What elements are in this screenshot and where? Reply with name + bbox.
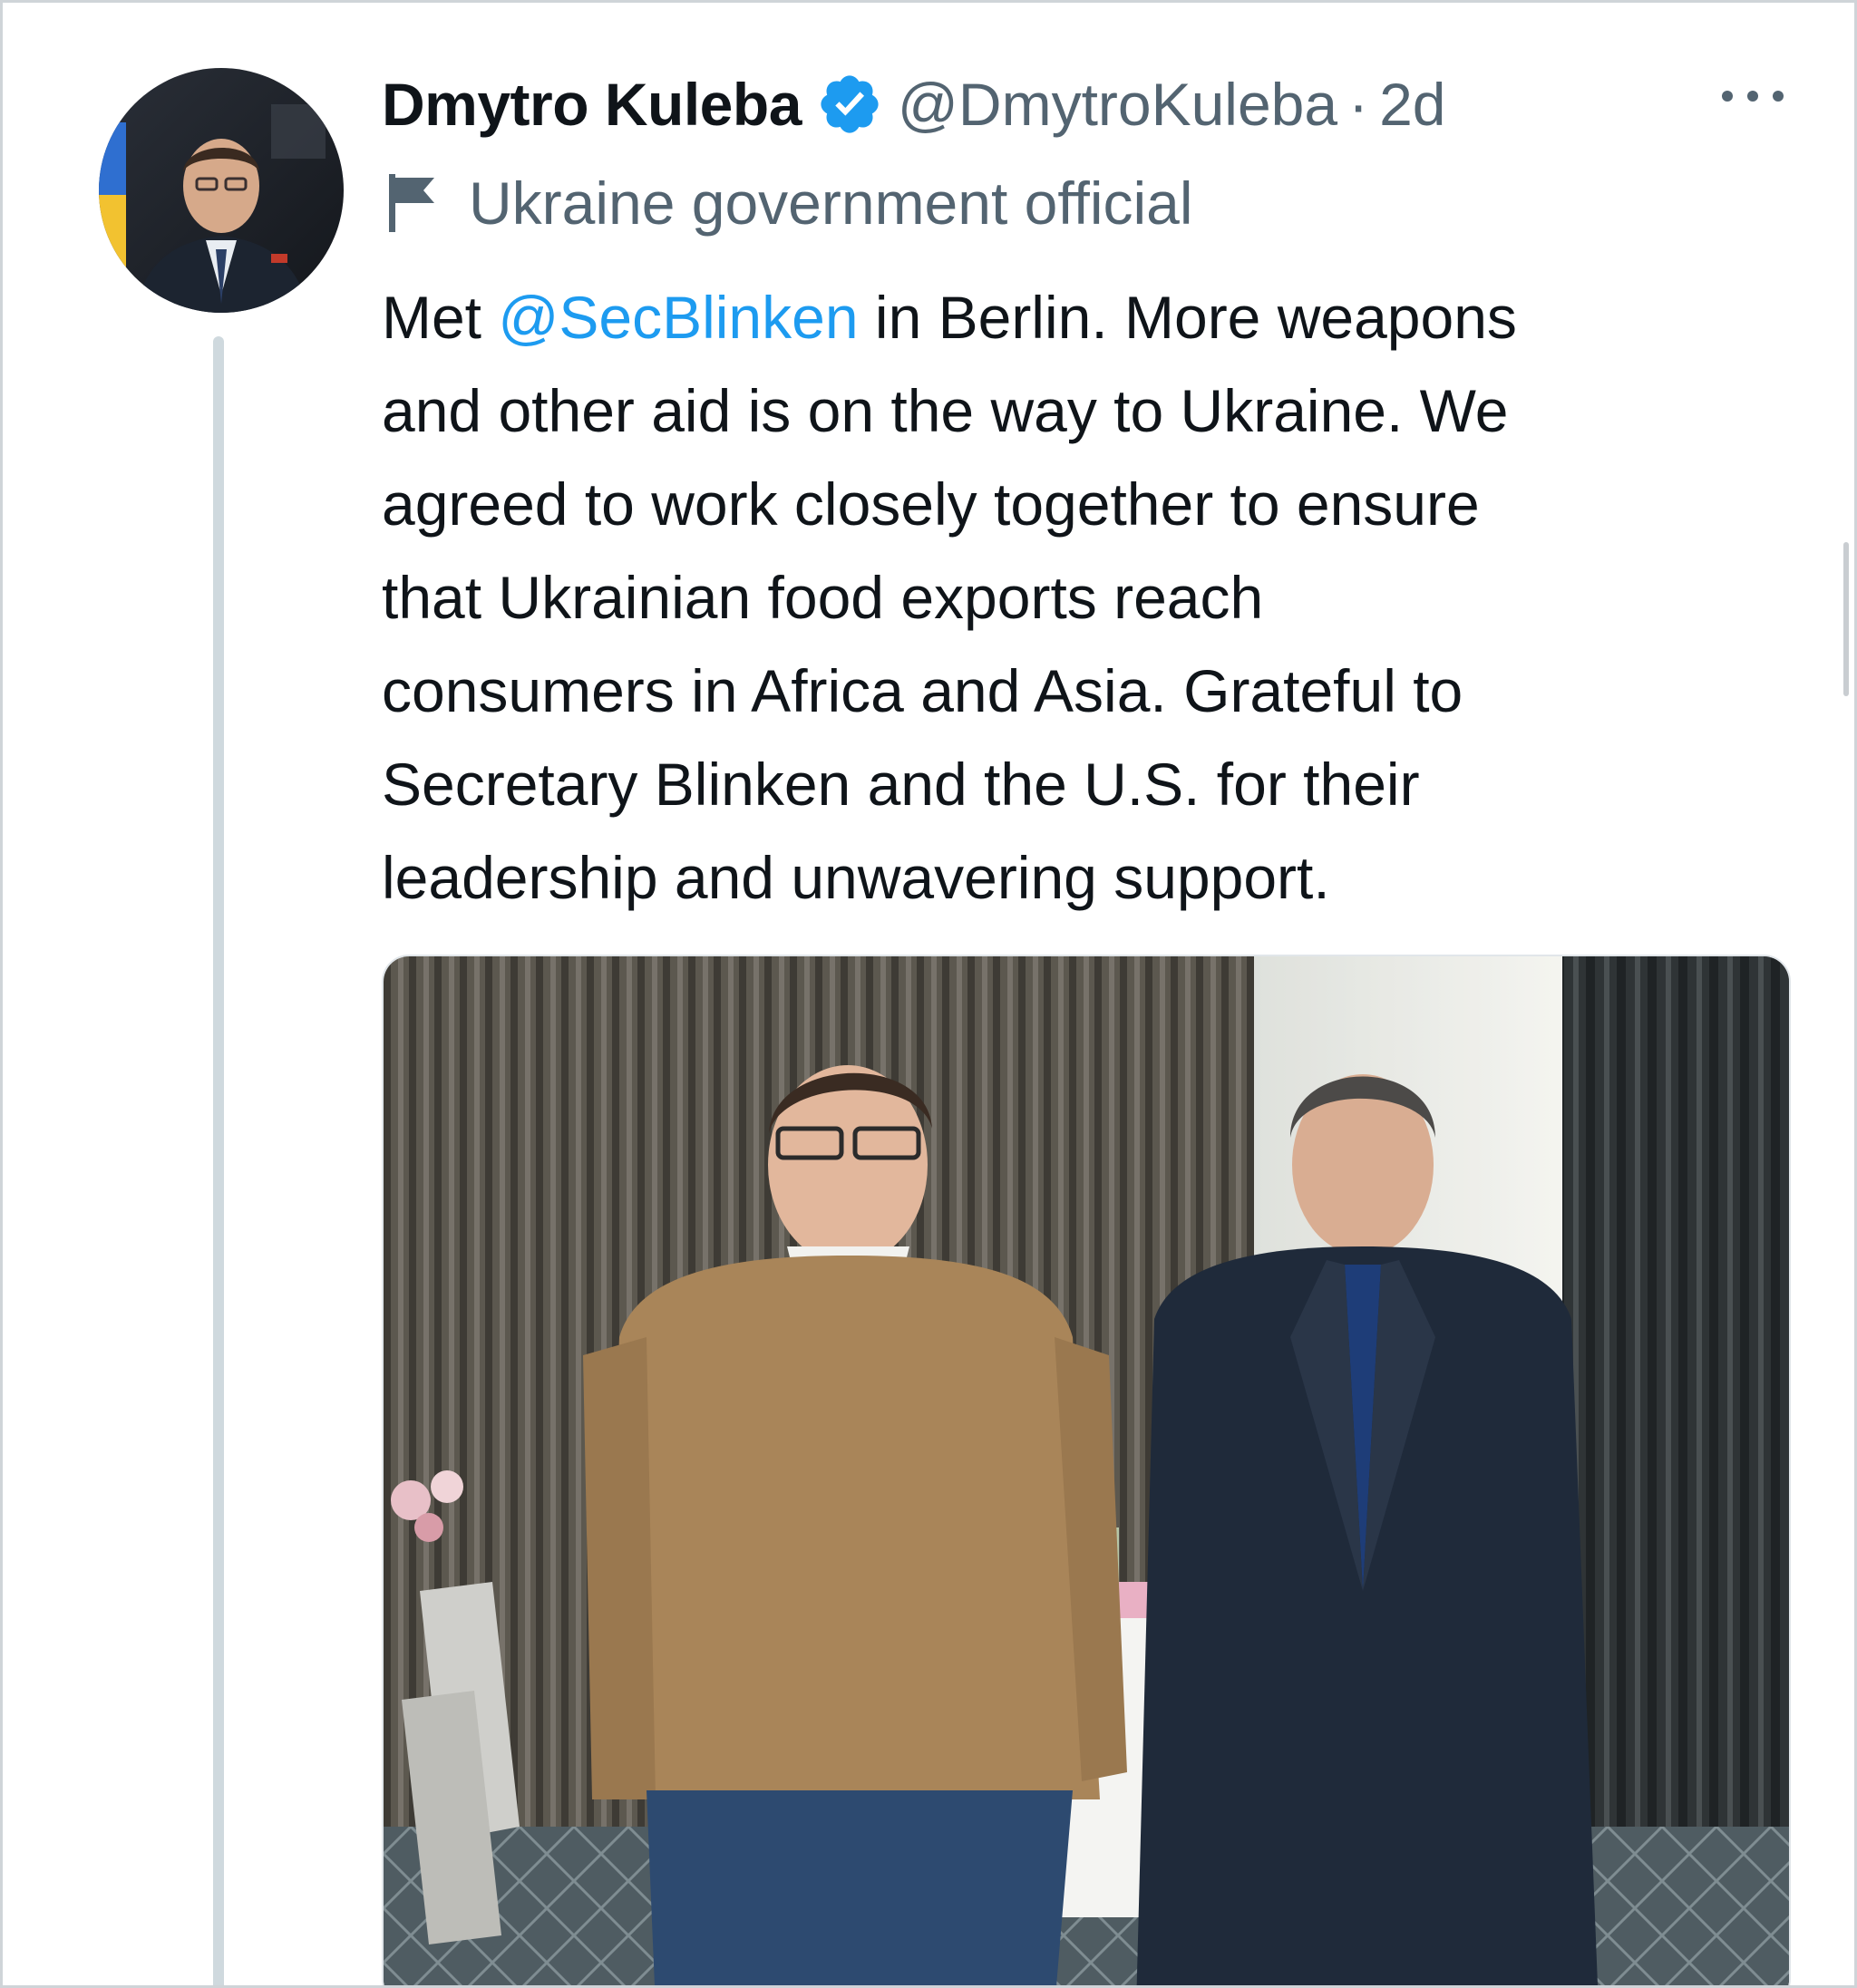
- scrollbar-thumb[interactable]: [1843, 542, 1849, 696]
- affiliation-label-text: Ukraine government official: [469, 170, 1193, 237]
- timestamp[interactable]: 2d: [1379, 70, 1445, 139]
- thread-line: [213, 336, 224, 1985]
- tweet-header: Dmytro Kuleba @DmytroKuleba · 2d: [382, 59, 1446, 150]
- verified-badge-icon: [821, 75, 879, 133]
- mention-link[interactable]: @SecBlinken: [498, 284, 858, 351]
- affiliation-label[interactable]: Ukraine government official: [384, 162, 1193, 244]
- tweet-text-line: Met @SecBlinken in Berlin. More weapons: [382, 271, 1796, 364]
- tweet[interactable]: Dmytro Kuleba @DmytroKuleba · 2d Ukraine…: [3, 3, 1854, 1985]
- handle[interactable]: @DmytroKuleba: [898, 70, 1337, 139]
- tweet-text-segment: Met: [382, 284, 499, 351]
- avatar-image: [99, 68, 344, 313]
- tweet-text-line: consumers in Africa and Asia. Grateful t…: [382, 657, 1463, 724]
- flag-icon: [389, 174, 434, 232]
- avatar[interactable]: [99, 68, 344, 313]
- tweet-text-line: Secretary Blinken and the U.S. for their: [382, 751, 1420, 818]
- tweet-text-line: agreed to work closely together to ensur…: [382, 470, 1480, 538]
- more-horizontal-icon[interactable]: [1716, 82, 1789, 110]
- tweet-text-segment: in Berlin. More weapons: [858, 284, 1517, 351]
- tweet-text: Met @SecBlinken in Berlin. More weapons …: [382, 271, 1796, 925]
- tweet-text-line: and other aid is on the way to Ukraine. …: [382, 377, 1509, 444]
- separator-dot: ·: [1348, 71, 1369, 138]
- tweet-photo[interactable]: [382, 955, 1791, 1985]
- tweet-text-line: leadership and unwavering support.: [382, 844, 1330, 911]
- tweet-text-line: that Ukrainian food exports reach: [382, 564, 1264, 631]
- screenshot-frame: Dmytro Kuleba @DmytroKuleba · 2d Ukraine…: [0, 0, 1857, 1988]
- photo-image: [384, 956, 1789, 1985]
- display-name[interactable]: Dmytro Kuleba: [382, 70, 802, 139]
